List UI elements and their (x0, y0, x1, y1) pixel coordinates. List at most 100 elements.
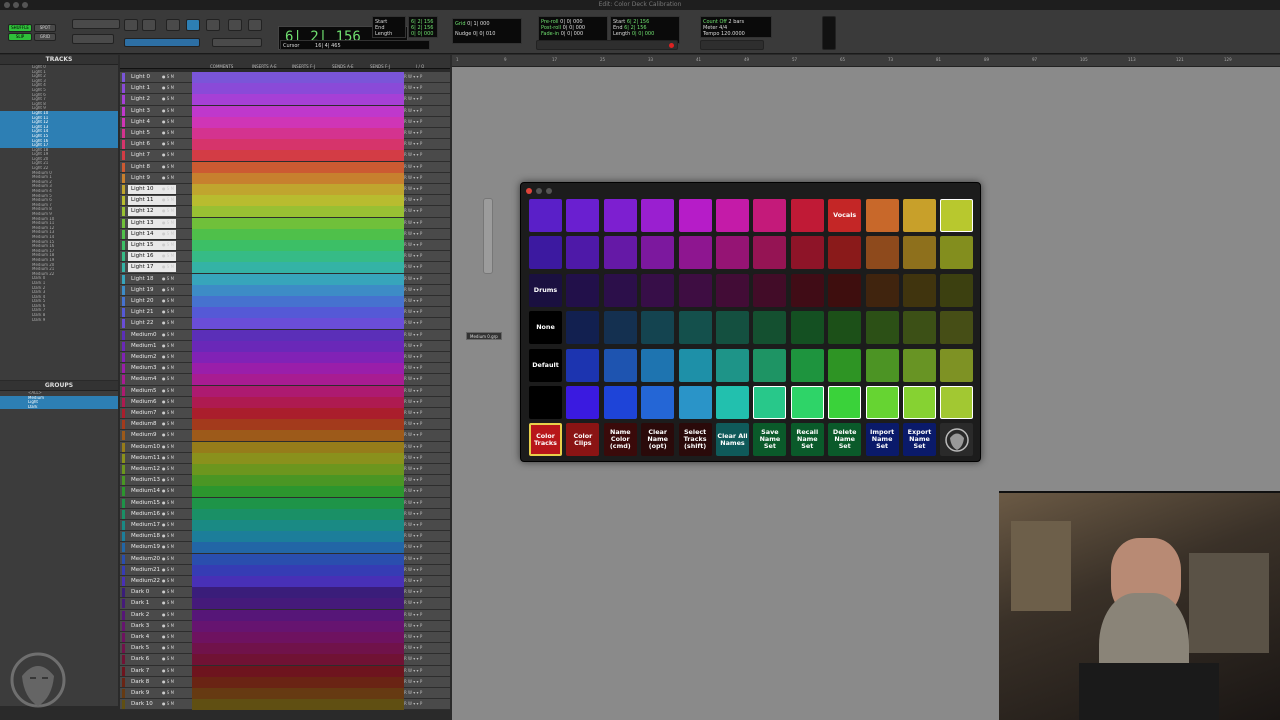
track-buttons[interactable]: ● S M (162, 231, 174, 236)
track-io-buttons[interactable]: R W ▾ ▾ P (404, 388, 422, 393)
track-row[interactable]: Light 16 ● S MR W ▾ ▾ P (120, 251, 450, 263)
color-pad[interactable] (790, 236, 824, 270)
color-pad[interactable] (678, 236, 712, 270)
color-pad[interactable] (529, 386, 562, 419)
color-pad[interactable] (603, 236, 637, 270)
track-row[interactable]: Dark 0 ● S MR W ▾ ▾ P (120, 587, 450, 599)
track-row[interactable]: Light 21 ● S MR W ▾ ▾ P (120, 307, 450, 319)
track-buttons[interactable]: ● S M (162, 85, 174, 90)
color-pad[interactable] (940, 311, 974, 345)
color-pad[interactable] (865, 199, 899, 232)
track-buttons[interactable]: ● S M (162, 701, 174, 706)
minimize-window-button[interactable] (13, 2, 19, 8)
track-io-buttons[interactable]: R W ▾ ▾ P (404, 365, 422, 370)
group-list-item[interactable]: Dark (0, 404, 118, 410)
track-io-buttons[interactable]: R W ▾ ▾ P (404, 74, 422, 79)
color-pad[interactable] (678, 311, 712, 345)
track-buttons[interactable]: ● S M (162, 690, 174, 695)
zoom-tool-icon[interactable] (142, 19, 156, 31)
track-row[interactable]: Medium5 ● S MR W ▾ ▾ P (120, 385, 450, 397)
track-buttons[interactable]: ● S M (162, 477, 174, 482)
track-row[interactable]: Medium12 ● S MR W ▾ ▾ P (120, 464, 450, 476)
color-pad[interactable] (903, 386, 936, 419)
track-io-buttons[interactable]: R W ▾ ▾ P (404, 466, 422, 471)
track-row[interactable]: Medium1 ● S MR W ▾ ▾ P (120, 340, 450, 352)
track-io-buttons[interactable]: R W ▾ ▾ P (404, 455, 422, 460)
color-pad[interactable] (940, 199, 974, 232)
mode-shuffle-button[interactable]: SHUFFLE (8, 24, 32, 32)
color-pad[interactable]: Vocals (828, 199, 862, 232)
track-buttons[interactable]: ● S M (162, 164, 174, 169)
color-pad[interactable] (566, 348, 600, 382)
track-buttons[interactable]: ● S M (162, 108, 174, 113)
color-pad[interactable] (790, 273, 824, 307)
track-io-buttons[interactable]: R W ▾ ▾ P (404, 208, 422, 213)
color-pad[interactable] (603, 311, 637, 345)
track-io-buttons[interactable]: R W ▾ ▾ P (404, 175, 422, 180)
track-row[interactable]: Light 4 ● S MR W ▾ ▾ P (120, 116, 450, 128)
track-io-buttons[interactable]: R W ▾ ▾ P (404, 108, 422, 113)
track-buttons[interactable]: ● S M (162, 276, 174, 281)
track-io-buttons[interactable]: R W ▾ ▾ P (404, 488, 422, 493)
deck-function-button[interactable]: Color Tracks (529, 423, 562, 457)
zoom-window-button[interactable] (22, 2, 28, 8)
track-row[interactable]: Light 15 ● S MR W ▾ ▾ P (120, 240, 450, 252)
track-io-buttons[interactable]: R W ▾ ▾ P (404, 578, 422, 583)
track-io-buttons[interactable]: R W ▾ ▾ P (404, 656, 422, 661)
track-row[interactable]: Medium3 ● S MR W ▾ ▾ P (120, 363, 450, 375)
track-io-buttons[interactable]: R W ▾ ▾ P (404, 354, 422, 359)
track-row[interactable]: Medium13 ● S MR W ▾ ▾ P (120, 475, 450, 487)
track-row[interactable]: Dark 1 ● S MR W ▾ ▾ P (120, 598, 450, 610)
color-pad[interactable] (753, 311, 787, 345)
track-buttons[interactable]: ● S M (162, 421, 174, 426)
deck-function-button[interactable]: Color Clips (566, 423, 600, 457)
track-row[interactable]: Medium19 ● S MR W ▾ ▾ P (120, 542, 450, 554)
track-row[interactable]: Light 5 ● S MR W ▾ ▾ P (120, 128, 450, 140)
color-pad[interactable] (865, 386, 899, 419)
track-io-buttons[interactable]: R W ▾ ▾ P (404, 544, 422, 549)
track-io-buttons[interactable]: R W ▾ ▾ P (404, 612, 422, 617)
track-buttons[interactable]: ● S M (162, 589, 174, 594)
track-buttons[interactable]: ● S M (162, 444, 174, 449)
track-buttons[interactable]: ● S M (162, 119, 174, 124)
track-buttons[interactable]: ● S M (162, 197, 174, 202)
track-row[interactable]: Medium22 ● S MR W ▾ ▾ P (120, 576, 450, 588)
color-pad[interactable] (940, 273, 974, 307)
color-pad[interactable] (641, 199, 675, 232)
track-buttons[interactable]: ● S M (162, 343, 174, 348)
track-row[interactable]: Light 7 ● S MR W ▾ ▾ P (120, 150, 450, 162)
track-row[interactable]: Dark 9 ● S MR W ▾ ▾ P (120, 688, 450, 700)
track-io-buttons[interactable]: R W ▾ ▾ P (404, 399, 422, 404)
track-row[interactable]: Medium18 ● S MR W ▾ ▾ P (120, 531, 450, 543)
color-pad[interactable] (790, 386, 824, 419)
selector-tool-button[interactable] (166, 19, 180, 31)
color-pad[interactable] (566, 236, 600, 270)
track-row[interactable]: Medium21 ● S MR W ▾ ▾ P (120, 564, 450, 576)
track-row[interactable]: Medium20 ● S MR W ▾ ▾ P (120, 553, 450, 565)
track-row[interactable]: Medium14 ● S MR W ▾ ▾ P (120, 486, 450, 498)
track-io-buttons[interactable]: R W ▾ ▾ P (404, 141, 422, 146)
deck-logo-icon[interactable] (940, 423, 974, 457)
track-buttons[interactable]: ● S M (162, 220, 174, 225)
track-buttons[interactable]: ● S M (162, 522, 174, 527)
track-buttons[interactable]: ● S M (162, 500, 174, 505)
track-buttons[interactable]: ● S M (162, 96, 174, 101)
track-row[interactable]: Light 1 ● S MR W ▾ ▾ P (120, 83, 450, 95)
transport-controls[interactable] (536, 40, 678, 50)
track-io-buttons[interactable]: R W ▾ ▾ P (404, 376, 422, 381)
track-buttons[interactable]: ● S M (162, 645, 174, 650)
track-buttons[interactable]: ● S M (162, 320, 174, 325)
track-list-item[interactable]: Dark 9 (0, 318, 118, 323)
length-value[interactable]: 0| 0| 000 (411, 31, 435, 37)
track-io-buttons[interactable]: R W ▾ ▾ P (404, 309, 422, 314)
countoff-value[interactable]: 2 bars (728, 19, 744, 25)
track-row[interactable]: Medium10 ● S MR W ▾ ▾ P (120, 441, 450, 453)
trim-tool-button[interactable] (124, 19, 138, 31)
color-pad[interactable] (678, 273, 712, 307)
track-row[interactable]: Medium0 ● S MR W ▾ ▾ P (120, 329, 450, 341)
track-buttons[interactable]: ● S M (162, 578, 174, 583)
fadein-value[interactable]: 0| 0| 000 (561, 31, 583, 37)
track-io-buttons[interactable]: R W ▾ ▾ P (404, 421, 422, 426)
selection-values[interactable]: 6| 2| 156 6| 2| 156 0| 0| 000 (408, 16, 438, 38)
track-row[interactable]: Light 18 ● S MR W ▾ ▾ P (120, 273, 450, 285)
